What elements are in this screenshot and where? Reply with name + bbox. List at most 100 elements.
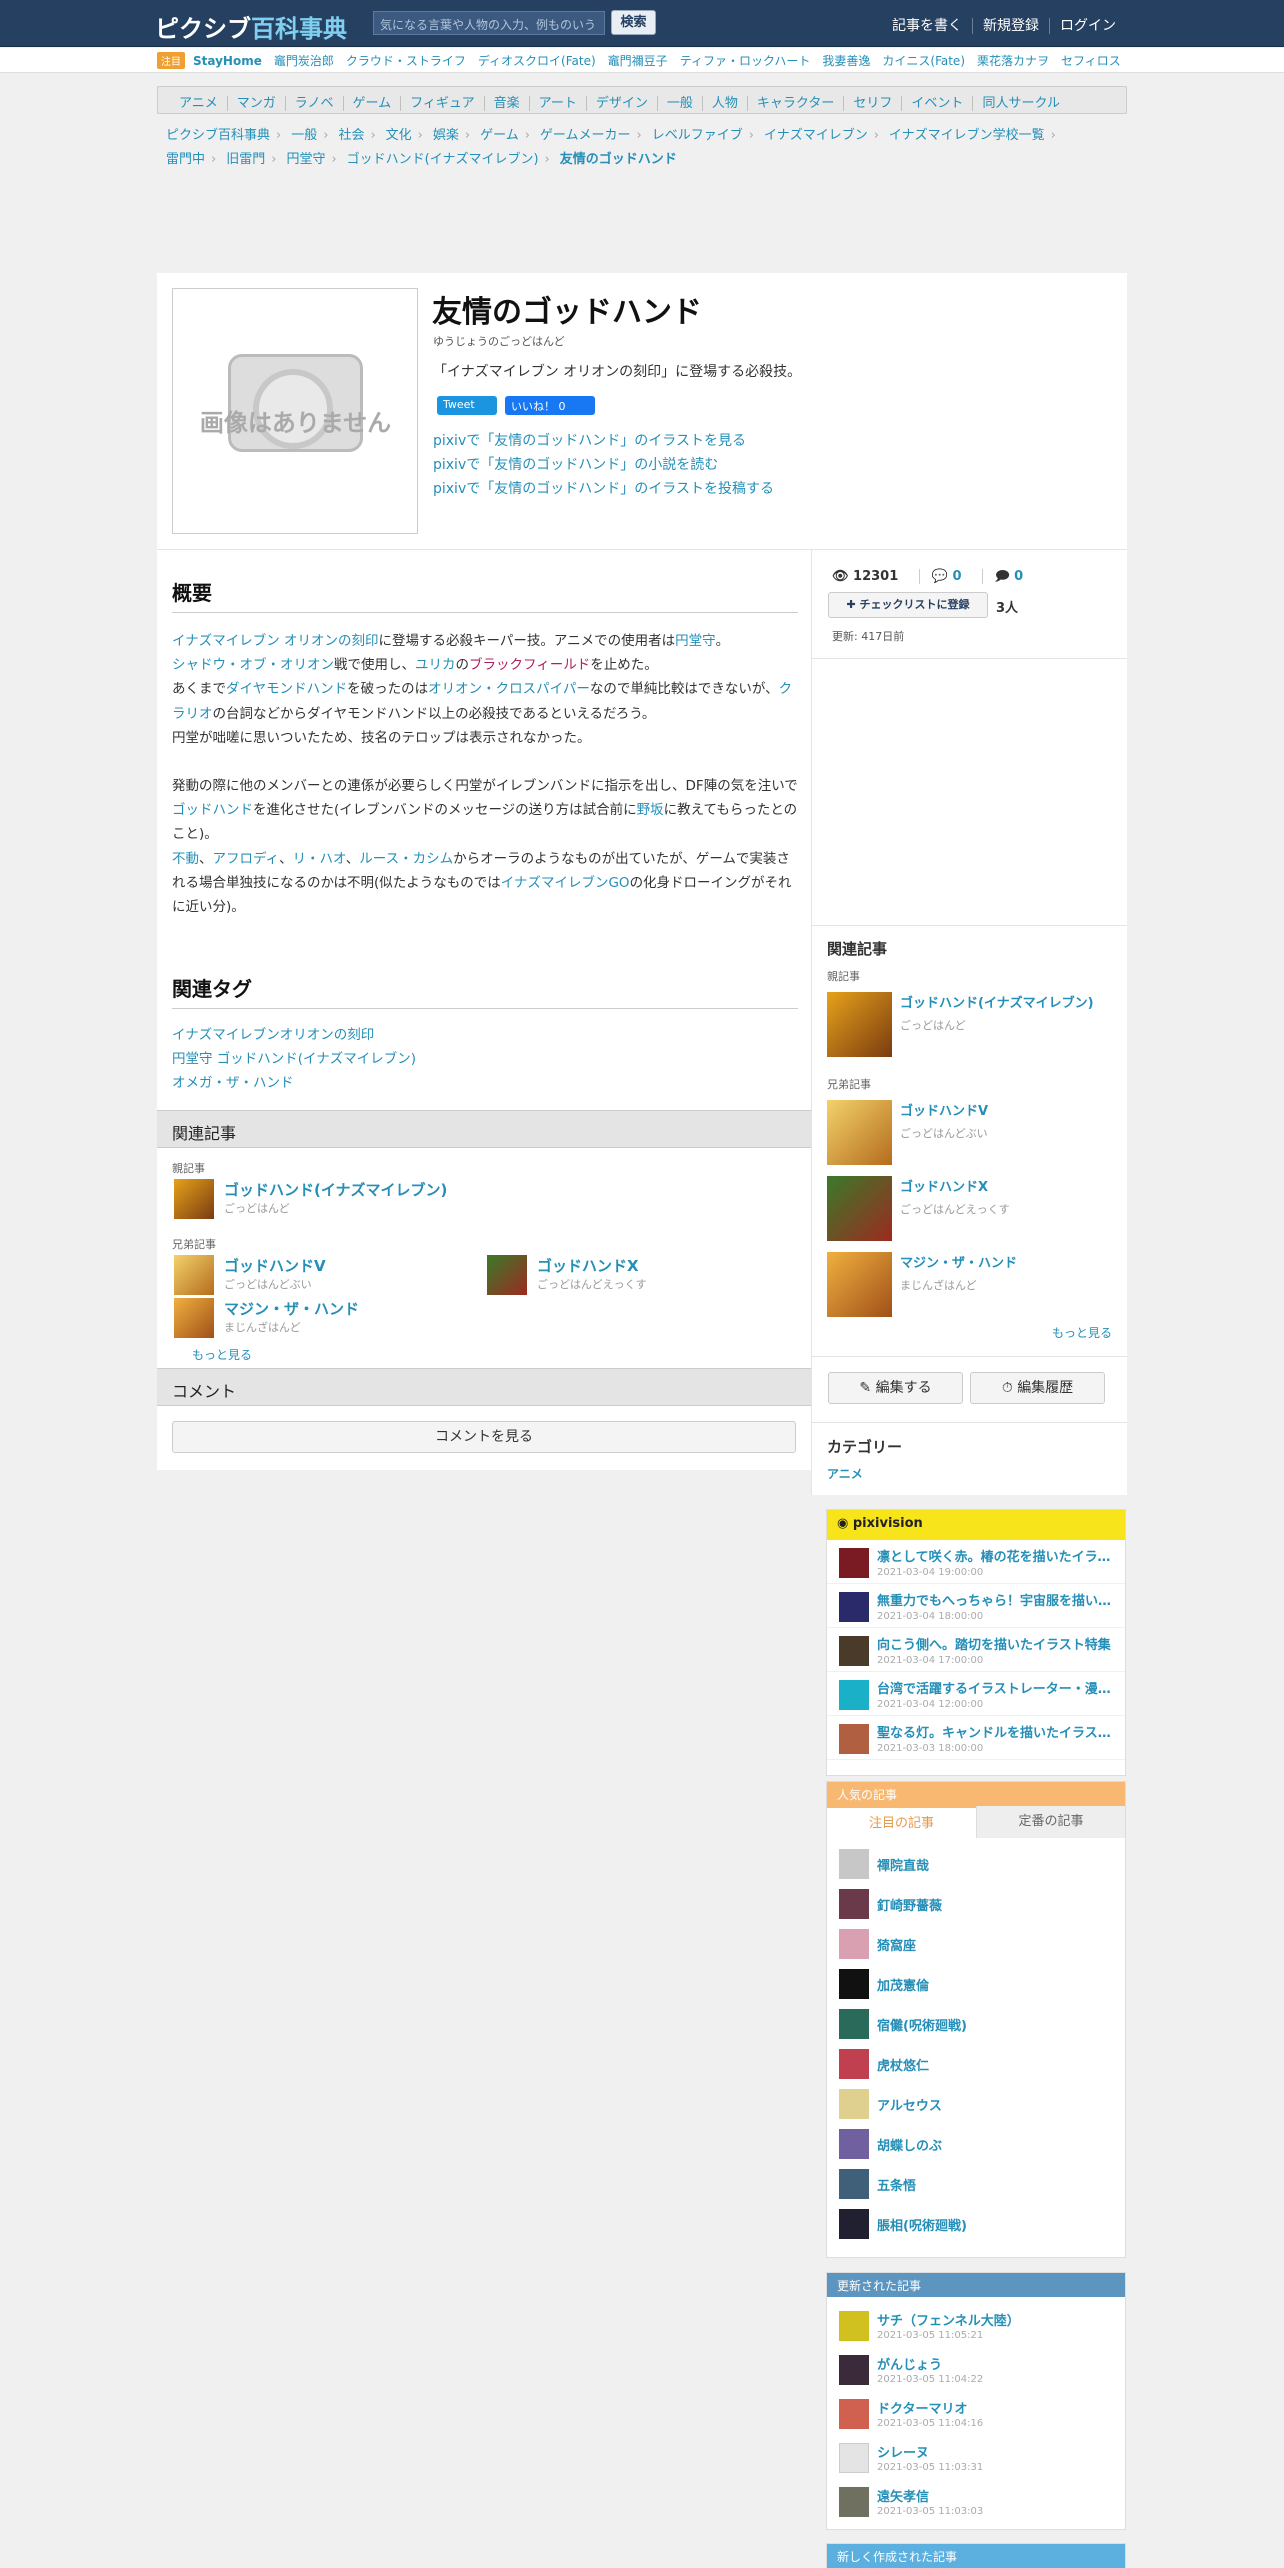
write-article-link[interactable]: 記事を書く <box>882 18 972 34</box>
updated-item[interactable]: ドクターマリオ 2021-03-05 11:04:16 <box>827 2393 1125 2437</box>
trending-item[interactable]: 竈門炭治郎 <box>274 54 334 68</box>
breadcrumb-item[interactable]: 文化 <box>386 128 412 143</box>
inline-link[interactable]: シャドウ・オブ・オリオン <box>172 657 334 673</box>
breadcrumb-item[interactable]: イナズマイレブン学校一覧 <box>889 128 1045 143</box>
category-link[interactable]: アニメ <box>827 1465 863 1482</box>
side-parent-article[interactable]: ゴッドハンド(イナズマイレブン) ごっどはんど <box>827 992 1094 1057</box>
breadcrumb-item[interactable]: 娯楽 <box>433 128 459 143</box>
edit-button[interactable]: ✎ 編集する <box>828 1372 963 1404</box>
sibling-article[interactable]: マジン・ザ・ハンド まじんざはんど <box>174 1298 359 1338</box>
side-sibling-article[interactable]: ゴッドハンドX ごっどはんどえっくす <box>827 1176 1010 1241</box>
inline-link[interactable]: アフロディ <box>213 851 280 867</box>
popular-item[interactable]: 宿儺(呪術廻戦) <box>827 2004 1125 2044</box>
pixivision-header[interactable]: ◉ pixivision <box>827 1510 1125 1540</box>
popular-item[interactable]: 禪院直哉 <box>827 1844 1125 1884</box>
category-link[interactable]: イベント <box>901 96 973 111</box>
popular-item[interactable]: 五条悟 <box>827 2164 1125 2204</box>
inline-link[interactable]: リ・ハオ <box>293 851 346 867</box>
breadcrumb-item[interactable]: イナズマイレブン <box>764 128 868 143</box>
popular-item[interactable]: 胡蝶しのぶ <box>827 2124 1125 2164</box>
breadcrumb-item[interactable]: 旧雷門 <box>226 152 265 167</box>
breadcrumb-item[interactable]: 雷門中 <box>166 152 205 167</box>
pixivision-item[interactable]: 台湾で活躍するイラストレーター・漫画家特集 2021-03-04 12:00:00 <box>827 1672 1125 1716</box>
side-more-link[interactable]: もっと見る <box>1052 1324 1112 1341</box>
login-link[interactable]: ログイン <box>1049 18 1126 34</box>
pixiv-post-link[interactable]: pixivで「友情のゴッドハンド」のイラストを投稿する <box>433 477 774 501</box>
related-more-link[interactable]: もっと見る <box>192 1346 252 1363</box>
category-link[interactable]: ラノベ <box>284 96 343 111</box>
tag-link[interactable]: 円堂守 ゴッドハンド(イナズマイレブン) <box>172 1047 802 1071</box>
category-link[interactable]: 人物 <box>701 96 747 111</box>
breadcrumb-item[interactable]: 一般 <box>291 128 317 143</box>
breadcrumb-item[interactable]: ゲーム <box>480 128 519 143</box>
inline-link[interactable]: ダイヤモンドハンド <box>226 681 347 697</box>
tag-link[interactable]: イナズマイレブンオリオンの刻印 <box>172 1023 802 1047</box>
pixivision-item[interactable]: 凛として咲く赤。椿の花を描いたイラスト特集 2021-03-04 19:00:00 <box>827 1540 1125 1584</box>
trending-item[interactable]: クラウド・ストライフ <box>346 54 466 68</box>
tab-standard[interactable]: 定番の記事 <box>976 1806 1125 1838</box>
trending-item[interactable]: ティファ・ロックハート <box>680 54 811 68</box>
popular-item[interactable]: 釘崎野薔薇 <box>827 1884 1125 1924</box>
updated-item[interactable]: 遠矢孝信 2021-03-05 11:03:03 <box>827 2481 1125 2525</box>
inline-link[interactable]: 野坂 <box>637 802 664 818</box>
trending-item[interactable]: セフィロス <box>1061 54 1121 68</box>
trending-item[interactable]: ディオスクロイ(Fate) <box>478 54 596 68</box>
popular-item[interactable]: 脹相(呪術廻戦) <box>827 2204 1125 2244</box>
sibling-article[interactable]: ゴッドハンドX ごっどはんどえっくす <box>487 1255 647 1295</box>
category-link[interactable]: 音楽 <box>483 96 529 111</box>
popular-item[interactable]: アルセウス <box>827 2084 1125 2124</box>
trending-item[interactable]: カイニス(Fate) <box>882 54 965 68</box>
signup-link[interactable]: 新規登録 <box>972 18 1049 34</box>
inline-link[interactable]: ルース・カシム <box>359 851 453 867</box>
breadcrumb-item[interactable]: ゲームメーカー <box>540 128 631 143</box>
breadcrumb-item[interactable]: 社会 <box>338 128 364 143</box>
site-logo[interactable]: ピクシブ百科事典 <box>155 9 347 44</box>
category-link[interactable]: セリフ <box>843 96 902 111</box>
sibling-article[interactable]: ゴッドハンドV ごっどはんどぶい <box>174 1255 326 1295</box>
trending-item[interactable]: 竈門禰豆子 <box>608 54 668 68</box>
category-link[interactable]: デザイン <box>585 96 657 111</box>
category-link[interactable]: フィギュア <box>400 96 484 111</box>
parent-article[interactable]: ゴッドハンド(イナズマイレブン) ごっどはんど <box>174 1179 447 1219</box>
view-comments-button[interactable]: コメントを見る <box>172 1421 796 1453</box>
updated-item[interactable]: がんじょう 2021-03-05 11:04:22 <box>827 2349 1125 2393</box>
updated-item[interactable]: シレーヌ 2021-03-05 11:03:31 <box>827 2437 1125 2481</box>
tweet-button[interactable]: Tweet <box>437 396 497 415</box>
search-input[interactable]: 気になる言葉や人物の入力、例ものいう <box>373 11 605 35</box>
category-link[interactable]: アニメ <box>170 96 227 111</box>
inline-link[interactable]: ゴッドハンド <box>172 802 253 818</box>
like-button[interactable]: いいね！ 0 <box>505 396 595 415</box>
breadcrumb-item[interactable]: 円堂守 <box>286 152 325 167</box>
updated-item[interactable]: サチ（フェンネル大陸） 2021-03-05 11:05:21 <box>827 2305 1125 2349</box>
category-link[interactable]: 同人サークル <box>972 96 1070 111</box>
comment-count[interactable]: 0 <box>953 569 962 584</box>
pixivision-item[interactable]: 無重力でもへっちゃら！宇宙服を描いたイラスト特集 2021-03-04 18:00… <box>827 1584 1125 1628</box>
trending-item[interactable]: 我妻善逸 <box>822 54 870 68</box>
side-sibling-article[interactable]: ゴッドハンドV ごっどはんどぶい <box>827 1100 988 1165</box>
search-button[interactable]: 検索 <box>611 10 656 35</box>
breadcrumb-item[interactable]: レベルファイブ <box>652 128 743 143</box>
category-link[interactable]: 一般 <box>656 96 702 111</box>
inline-link[interactable]: ユリカ <box>415 657 456 673</box>
inline-link[interactable]: イナズマイレブン オリオンの刻印 <box>172 633 379 649</box>
side-sibling-article[interactable]: マジン・ザ・ハンド まじんざはんど <box>827 1252 1017 1317</box>
breadcrumb-item[interactable]: ピクシブ百科事典 <box>166 128 270 143</box>
pixivision-item[interactable]: 向こう側へ。踏切を描いたイラスト特集 2021-03-04 17:00:00 <box>827 1628 1125 1672</box>
inline-link[interactable]: 円堂守 <box>675 633 716 649</box>
pixivision-item[interactable]: 聖なる灯。キャンドルを描いたイラスト特集 2021-03-03 18:00:00 <box>827 1716 1125 1760</box>
category-link[interactable]: キャラクター <box>746 96 844 111</box>
checklist-button[interactable]: ✚ チェックリストに登録 <box>828 592 988 618</box>
category-link[interactable]: ゲーム <box>342 96 401 111</box>
inline-link[interactable]: ブラックフィールド <box>469 657 590 673</box>
popular-item[interactable]: 加茂憲倫 <box>827 1964 1125 2004</box>
inline-link[interactable]: オリオン・クロスパイパー <box>428 681 590 697</box>
popular-item[interactable]: 虎杖悠仁 <box>827 2044 1125 2084</box>
category-link[interactable]: マンガ <box>226 96 285 111</box>
inline-link[interactable]: 不動 <box>172 851 199 867</box>
inline-link[interactable]: イナズマイレブンGO <box>501 875 630 891</box>
trending-item[interactable]: StayHome <box>193 54 262 68</box>
pixiv-novel-link[interactable]: pixivで「友情のゴッドハンド」の小説を読む <box>433 453 774 477</box>
trending-item[interactable]: 栗花落カナヲ <box>977 54 1049 68</box>
tag-link[interactable]: オメガ・ザ・ハンド <box>172 1071 802 1095</box>
history-button[interactable]: ⏱ 編集履歴 <box>970 1372 1105 1404</box>
